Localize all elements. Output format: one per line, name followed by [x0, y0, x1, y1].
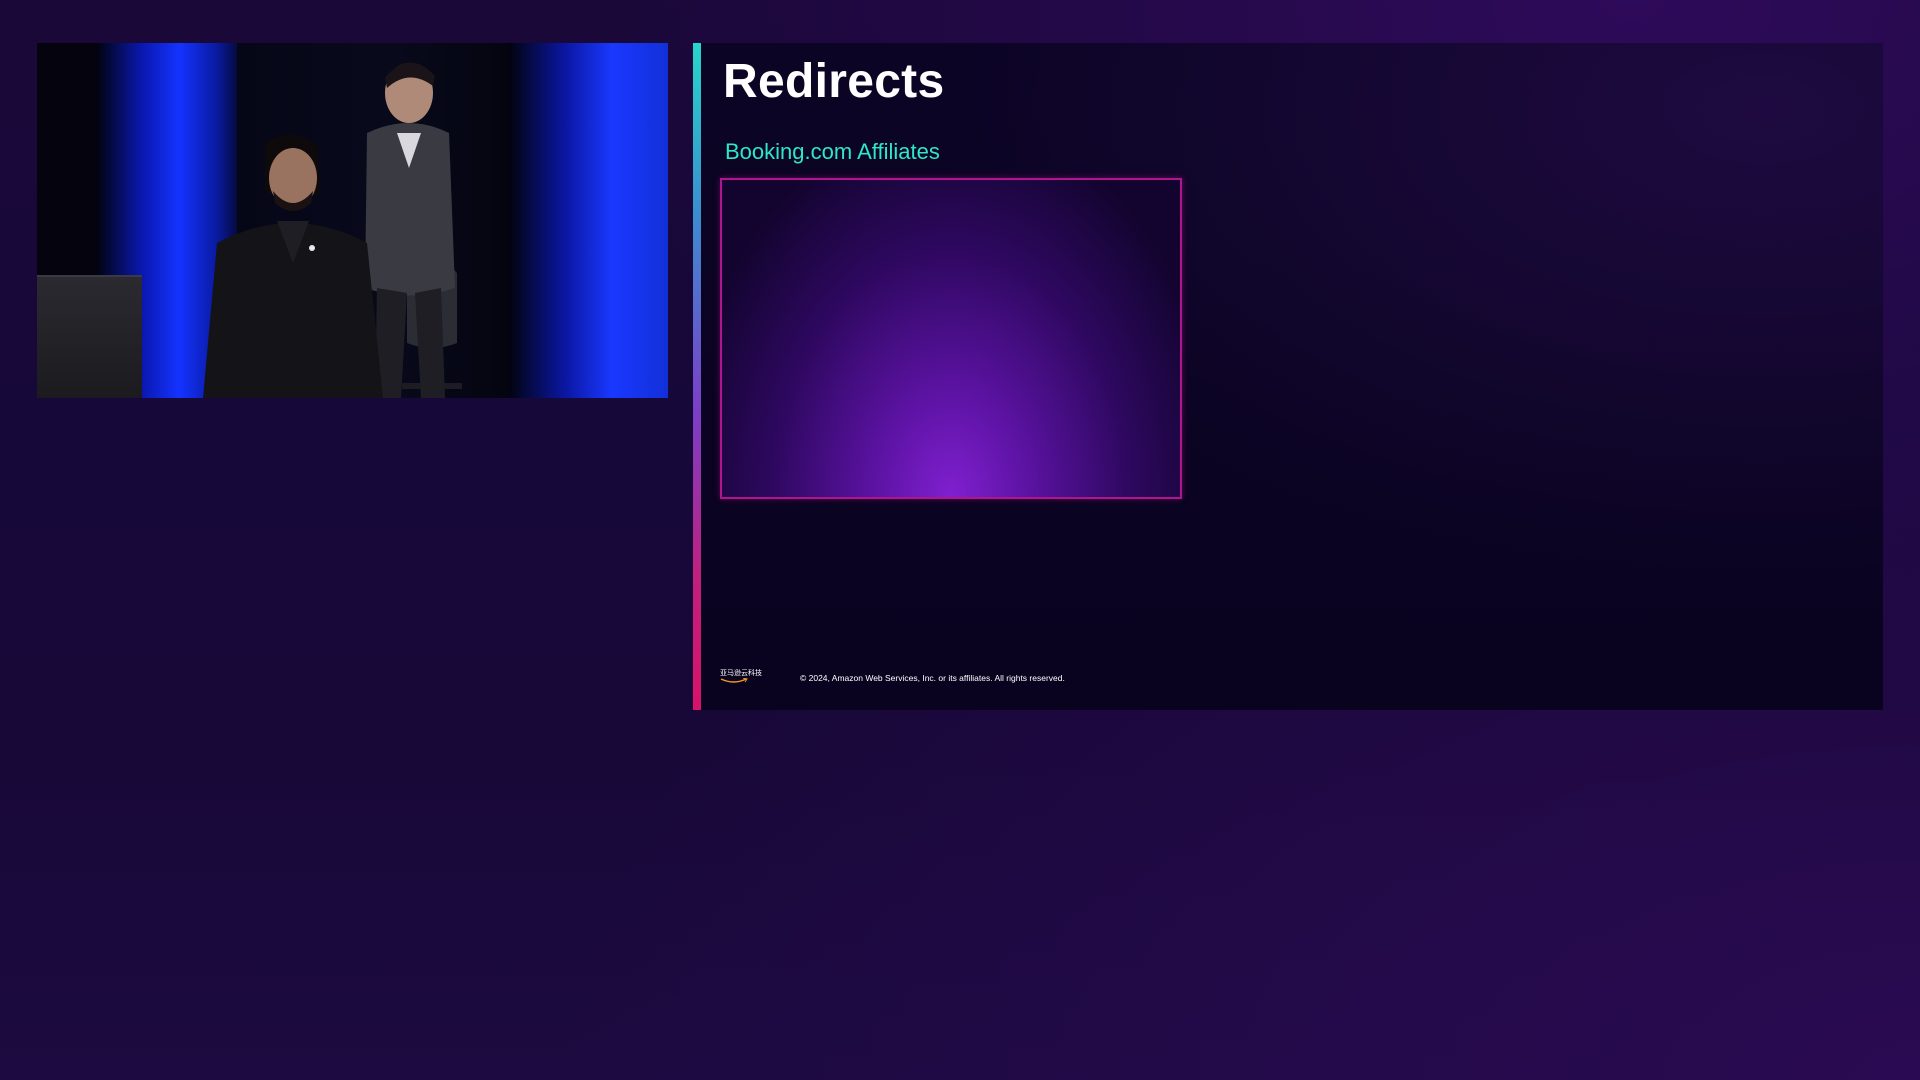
speaker-figure-primary	[203, 134, 383, 398]
stage-desk	[37, 275, 142, 398]
slide-media-frame	[720, 178, 1182, 499]
slide-footer: 亚马逊云科技 © 2024, Amazon Web Services, Inc.…	[720, 670, 1065, 686]
presentation-slide: Redirects Booking.com Affiliates 亚马逊云科技 …	[693, 43, 1883, 710]
aws-logo: 亚马逊云科技	[720, 670, 762, 686]
speaker-video	[37, 43, 668, 398]
stage-curtain-right	[508, 43, 668, 398]
logo-text: 亚马逊云科技	[720, 670, 762, 677]
amazon-smile-icon	[720, 678, 748, 683]
slide-accent-bar	[693, 43, 701, 710]
slide-subtitle: Booking.com Affiliates	[725, 139, 940, 164]
slide-title: Redirects	[723, 55, 945, 108]
copyright-notice: © 2024, Amazon Web Services, Inc. or its…	[800, 672, 1065, 683]
